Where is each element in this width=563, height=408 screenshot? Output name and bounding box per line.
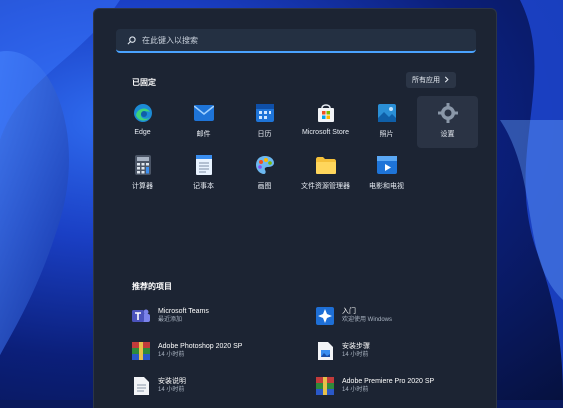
app-label: Edge	[134, 129, 151, 136]
movies-icon	[376, 154, 398, 176]
archive-icon	[132, 342, 150, 360]
recommended-item-sub: 最近添加	[158, 317, 183, 323]
image-file-icon	[316, 342, 334, 360]
app-label: 文件资源管理器	[301, 183, 350, 190]
pinned-app-mail[interactable]: 邮件	[173, 96, 234, 148]
chevron-right-icon	[444, 76, 450, 85]
calendar-icon	[254, 102, 276, 124]
recommended-title: 推荐的项目	[132, 282, 172, 291]
pinned-app-notepad[interactable]: 记事本	[173, 148, 234, 200]
recommended-item-sub: 欢迎使用 Windows	[342, 317, 393, 323]
recommended-item[interactable]: 安装步骤 14 小时前	[316, 342, 486, 360]
all-apps-button[interactable]: 所有应用	[406, 72, 456, 88]
app-label: 设置	[440, 131, 455, 138]
recommended-item[interactable]: Adobe Premiere Pro 2020 SP 14 小时前	[316, 377, 486, 395]
all-apps-label: 所有应用	[412, 77, 440, 84]
recommended-item-sub: 14 小时前	[158, 387, 185, 393]
app-label: 计算器	[132, 183, 153, 190]
pinned-app-paint[interactable]: 画图	[234, 148, 295, 200]
recommended-item-sub: 14 小时前	[342, 352, 369, 358]
app-label: Microsoft Store	[301, 129, 350, 136]
notepad-icon	[193, 154, 215, 176]
pinned-app-edge[interactable]: Edge	[112, 96, 173, 148]
pinned-app-store[interactable]: Microsoft Store	[295, 96, 356, 148]
folder-icon	[315, 154, 337, 176]
pinned-app-photos[interactable]: 照片	[356, 96, 417, 148]
pinned-app-file-explorer[interactable]: 文件资源管理器	[295, 148, 356, 200]
calculator-icon	[132, 154, 154, 176]
search-placeholder: 在此键入以搜索	[142, 35, 198, 45]
paint-icon	[254, 154, 276, 176]
recommended-item[interactable]: 入门 欢迎使用 Windows	[316, 307, 486, 325]
recommended-item-name: 安装说明	[158, 378, 186, 385]
recommended-item-sub: 14 小时前	[342, 387, 369, 393]
recommended-item-name: Adobe Premiere Pro 2020 SP	[342, 378, 435, 385]
recommended-item[interactable]: Microsoft Teams 最近添加	[132, 307, 302, 325]
teams-icon	[132, 307, 150, 325]
search-icon	[120, 35, 142, 45]
text-file-icon	[132, 377, 150, 395]
recommended-item-name: 入门	[342, 308, 356, 315]
mail-icon	[193, 102, 215, 124]
app-label: 记事本	[193, 183, 214, 190]
app-label: 画图	[257, 183, 272, 190]
app-label: 照片	[379, 131, 394, 138]
start-menu: 在此键入以搜索 已固定 所有应用 Edge 邮件 日历 Microsoft St…	[93, 8, 497, 408]
recommended-item-sub: 14 小时前	[158, 352, 185, 358]
get-started-icon	[316, 307, 334, 325]
edge-icon	[132, 102, 154, 124]
pinned-title: 已固定	[132, 78, 156, 87]
pinned-app-calendar[interactable]: 日历	[234, 96, 295, 148]
pinned-app-calculator[interactable]: 计算器	[112, 148, 173, 200]
pinned-app-settings[interactable]: 设置	[417, 96, 478, 148]
app-label: 日历	[257, 131, 272, 138]
archive-icon	[316, 377, 334, 395]
pinned-app-movies-tv[interactable]: 电影和电视	[356, 148, 417, 200]
app-label: 邮件	[196, 131, 211, 138]
recommended-item[interactable]: Adobe Photoshop 2020 SP 14 小时前	[132, 342, 302, 360]
photos-icon	[376, 102, 398, 124]
search-box[interactable]: 在此键入以搜索	[116, 29, 476, 53]
app-label: 电影和电视	[369, 183, 404, 190]
store-icon	[315, 102, 337, 124]
recommended-item[interactable]: 安装说明 14 小时前	[132, 377, 302, 395]
pinned-grid: Edge 邮件 日历 Microsoft Store 照片 设置 计算器 记事本…	[112, 96, 478, 200]
recommended-item-name: Adobe Photoshop 2020 SP	[158, 343, 243, 350]
recommended-item-name: 安装步骤	[342, 343, 370, 350]
gear-icon	[437, 102, 459, 124]
recommended-item-name: Microsoft Teams	[158, 308, 209, 315]
